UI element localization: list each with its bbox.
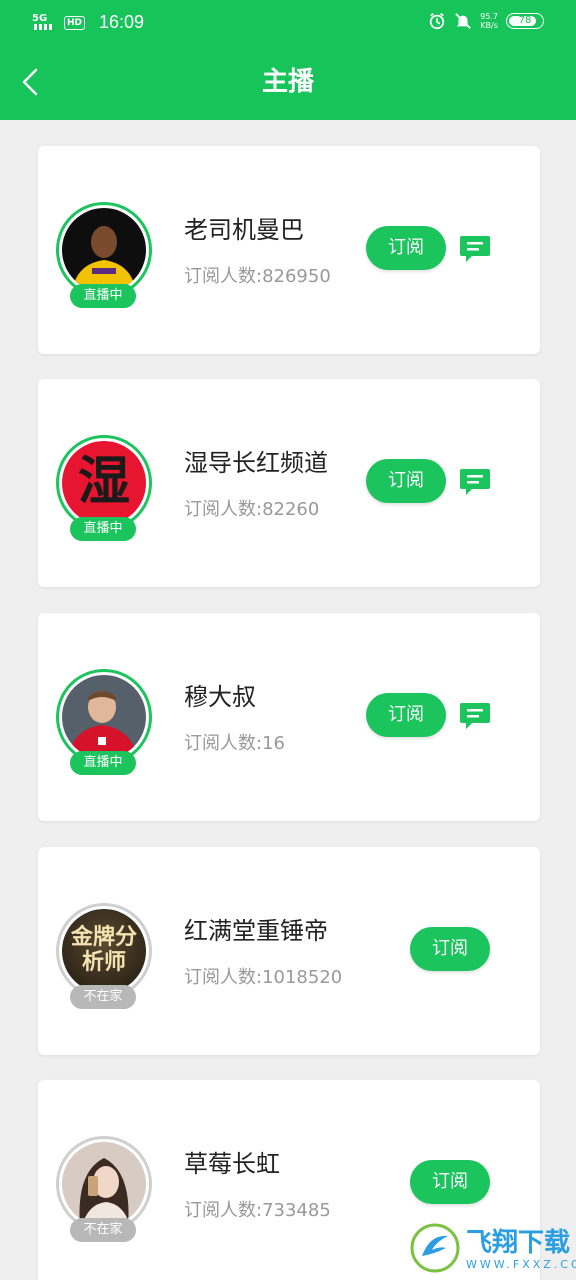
- anchor-name: 穆大叔: [184, 683, 256, 711]
- anchor-name: 湿导长红频道: [184, 449, 328, 477]
- subscriber-count: 订阅人数:826950: [184, 266, 331, 287]
- clock: 16:09: [99, 12, 145, 32]
- chat-icon[interactable]: [458, 699, 492, 733]
- subscriber-count: 订阅人数:82260: [184, 499, 320, 520]
- signal-icon: 5G: [32, 13, 58, 32]
- subscribe-button[interactable]: 订阅: [366, 693, 446, 737]
- status-badge: 直播中: [70, 284, 136, 308]
- status-badge: 不在家: [70, 985, 136, 1009]
- watermark-logo-icon: [410, 1223, 460, 1273]
- subscribe-button[interactable]: 订阅: [410, 1160, 490, 1204]
- page-title: 主播: [261, 67, 314, 97]
- anchor-card[interactable]: 金牌分析师 不在家 红满堂重锤帝 订阅人数:1018520 订阅: [38, 847, 540, 1055]
- watermark: 飞翔下载 WWW.FXXZ.COM: [410, 1218, 576, 1278]
- chat-icon[interactable]: [458, 232, 492, 266]
- subscribe-button[interactable]: 订阅: [410, 927, 490, 971]
- hd-badge: HD: [64, 15, 86, 30]
- anchor-name: 红满堂重锤帝: [184, 917, 328, 945]
- avatar-image: [62, 208, 146, 292]
- subscribe-button[interactable]: 订阅: [366, 226, 446, 270]
- anchor-card[interactable]: 直播中 老司机曼巴 订阅人数:826950 订阅: [38, 146, 540, 354]
- avatar-image: [62, 675, 146, 759]
- chat-icon[interactable]: [458, 465, 492, 499]
- subscriber-count: 订阅人数:16: [184, 733, 285, 754]
- status-badge: 直播中: [70, 517, 136, 541]
- avatar-text: 金牌分析师: [70, 925, 137, 975]
- battery-icon: 78: [506, 13, 544, 29]
- alarm-icon: [429, 13, 445, 30]
- anchor-name: 老司机曼巴: [184, 216, 304, 244]
- mute-icon: [455, 13, 472, 29]
- subscribe-button[interactable]: 订阅: [366, 459, 446, 503]
- avatar-image: [62, 1142, 146, 1226]
- app-header: 5G HD 16:09 95.7 KB/s 78 主播: [0, 0, 576, 120]
- status-badge: 不在家: [70, 1218, 136, 1242]
- subscriber-count: 订阅人数:733485: [184, 1200, 331, 1221]
- anchor-name: 草莓长虹: [184, 1150, 280, 1178]
- net-speed: 95.7 KB/s: [480, 12, 498, 30]
- watermark-text: 飞翔下载: [466, 1228, 571, 1258]
- watermark-url: WWW.FXXZ.COM: [466, 1258, 576, 1271]
- status-badge: 直播中: [70, 751, 136, 775]
- subscriber-count: 订阅人数:1018520: [184, 967, 343, 988]
- anchor-card[interactable]: 湿 直播中 湿导长红频道 订阅人数:82260 订阅: [38, 379, 540, 587]
- avatar-text: 湿: [77, 451, 130, 512]
- status-bar: 5G HD 16:09 95.7 KB/s 78: [0, 0, 576, 44]
- anchor-card[interactable]: 直播中 穆大叔 订阅人数:16 订阅: [38, 613, 540, 821]
